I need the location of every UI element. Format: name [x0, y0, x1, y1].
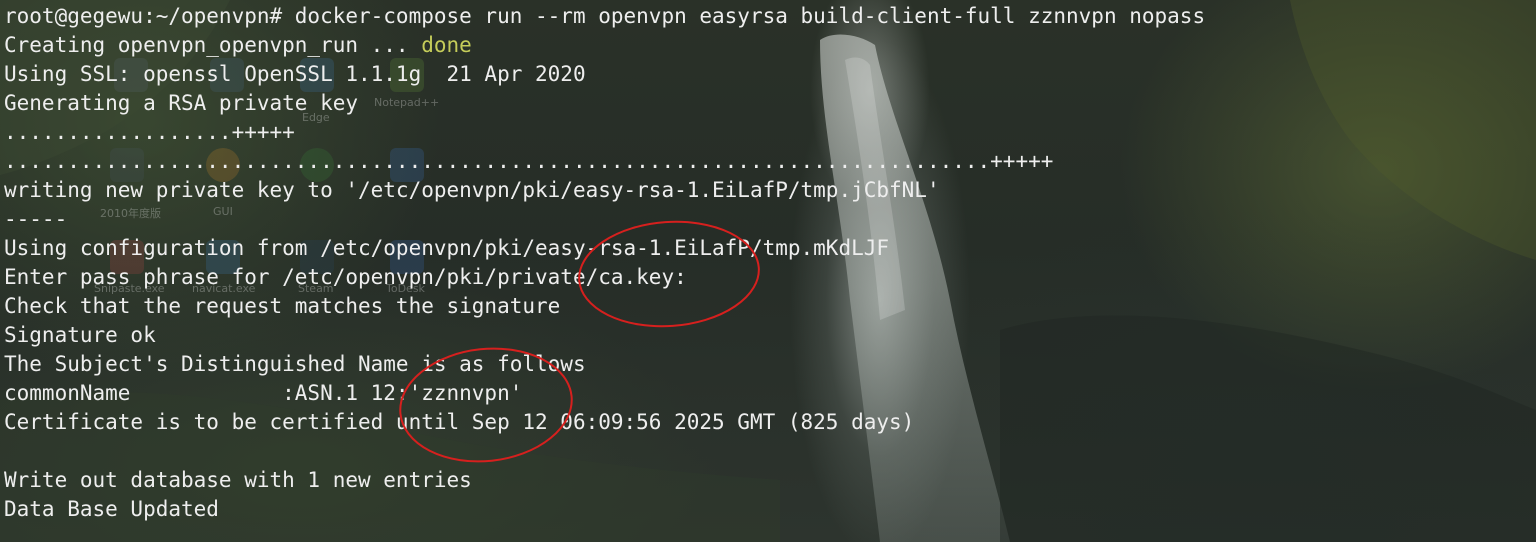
- output-line: Using SSL: openssl OpenSSL 1.1.1g 21 Apr…: [4, 62, 586, 86]
- output-line: Generating a RSA private key: [4, 91, 359, 115]
- output-line: Using configuration from /etc/openvpn/pk…: [4, 236, 890, 260]
- output-line: Enter pass phrase for /etc/openvpn/pki/p…: [4, 265, 687, 289]
- output-line: Check that the request matches the signa…: [4, 294, 561, 318]
- output-line: ........................................…: [4, 149, 1054, 173]
- output-line: commonName :ASN.1 12:'zznnvpn': [4, 381, 523, 405]
- output-text: Creating openvpn_openvpn_run ...: [4, 33, 422, 57]
- output-line: Write out database with 1 new entries: [4, 468, 472, 492]
- status-done: done: [421, 33, 472, 57]
- command-line: root@gegewu:~/openvpn# docker-compose ru…: [4, 4, 1206, 28]
- output-line: Creating openvpn_openvpn_run ... done: [4, 31, 1205, 60]
- output-line: Signature ok: [4, 323, 156, 347]
- terminal-output[interactable]: root@gegewu:~/openvpn# docker-compose ru…: [4, 2, 1205, 524]
- terminal-window[interactable]: Notepad++ Edge 2010年度版 GUI Snipaste.exe …: [0, 0, 1536, 542]
- output-line: ..................+++++: [4, 120, 295, 144]
- output-line: -----: [4, 207, 68, 231]
- output-line: The Subject's Distinguished Name is as f…: [4, 352, 586, 376]
- output-line: Data Base Updated: [4, 497, 219, 521]
- output-line: writing new private key to '/etc/openvpn…: [4, 178, 940, 202]
- output-line: Certificate is to be certified until Sep…: [4, 410, 915, 434]
